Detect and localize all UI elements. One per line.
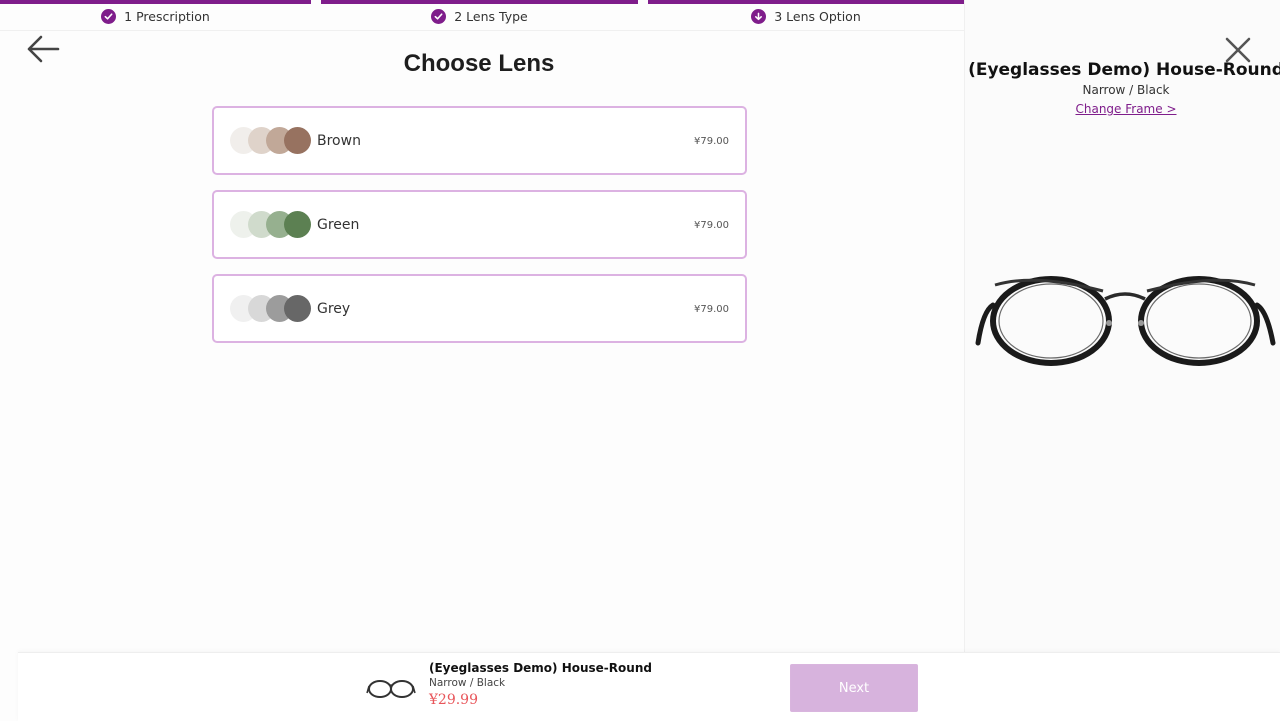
color-swatches (230, 211, 312, 239)
color-swatches (230, 295, 312, 323)
arrow-down-icon (751, 9, 767, 24)
product-title: (Eyeglasses Demo) House-Round (968, 60, 1280, 80)
lens-option-price: ¥79.00 (694, 220, 729, 231)
lens-options-panel: 1 Prescription 2 Lens Type 3 Lens Option… (0, 0, 964, 720)
bottom-product-name: (Eyeglasses Demo) House-Round (429, 661, 652, 675)
color-swatches (230, 127, 312, 155)
step-prescription[interactable]: 1 Prescription (0, 0, 311, 29)
next-button[interactable]: Next (790, 664, 918, 712)
step-label: 1 Prescription (124, 9, 210, 24)
page-title: Choose Lens (403, 50, 555, 77)
lens-option-price: ¥79.00 (694, 304, 729, 315)
product-thumbnail (366, 680, 416, 698)
bottom-product-variant: Narrow / Black (429, 677, 506, 689)
color-swatch (284, 295, 311, 322)
bottom-product-price: ¥29.99 (429, 692, 478, 708)
lens-option-name: Grey (317, 301, 351, 317)
step-lens-option[interactable]: 3 Lens Option (648, 0, 964, 29)
check-icon (431, 9, 447, 24)
lens-option-price: ¥79.00 (694, 136, 729, 147)
change-frame-link[interactable]: Change Frame > (965, 102, 1280, 116)
lens-option-name: Brown (317, 133, 361, 149)
product-variant: Narrow / Black (1082, 83, 1170, 97)
bottom-bar: (Eyeglasses Demo) House-Round Narrow / B… (18, 652, 1280, 721)
step-label: 2 Lens Type (454, 9, 528, 24)
lens-option-list: Brown ¥79.00 Green ¥79.00 Grey ¥79.00 (212, 106, 747, 358)
eyeglasses-image (975, 276, 1276, 366)
progress-stepper: 1 Prescription 2 Lens Type 3 Lens Option (0, 0, 964, 31)
lens-option-green[interactable]: Green ¥79.00 (212, 190, 747, 259)
product-summary-panel: (Eyeglasses Demo) House-Round Narrow / B… (964, 0, 1280, 652)
step-lens-type[interactable]: 2 Lens Type (321, 0, 638, 29)
lens-option-brown[interactable]: Brown ¥79.00 (212, 106, 747, 175)
check-icon (101, 9, 117, 24)
lens-option-name: Green (317, 217, 360, 233)
step-label: 3 Lens Option (774, 9, 861, 24)
color-swatch (284, 211, 311, 238)
color-swatch (284, 127, 311, 154)
lens-option-grey[interactable]: Grey ¥79.00 (212, 274, 747, 343)
